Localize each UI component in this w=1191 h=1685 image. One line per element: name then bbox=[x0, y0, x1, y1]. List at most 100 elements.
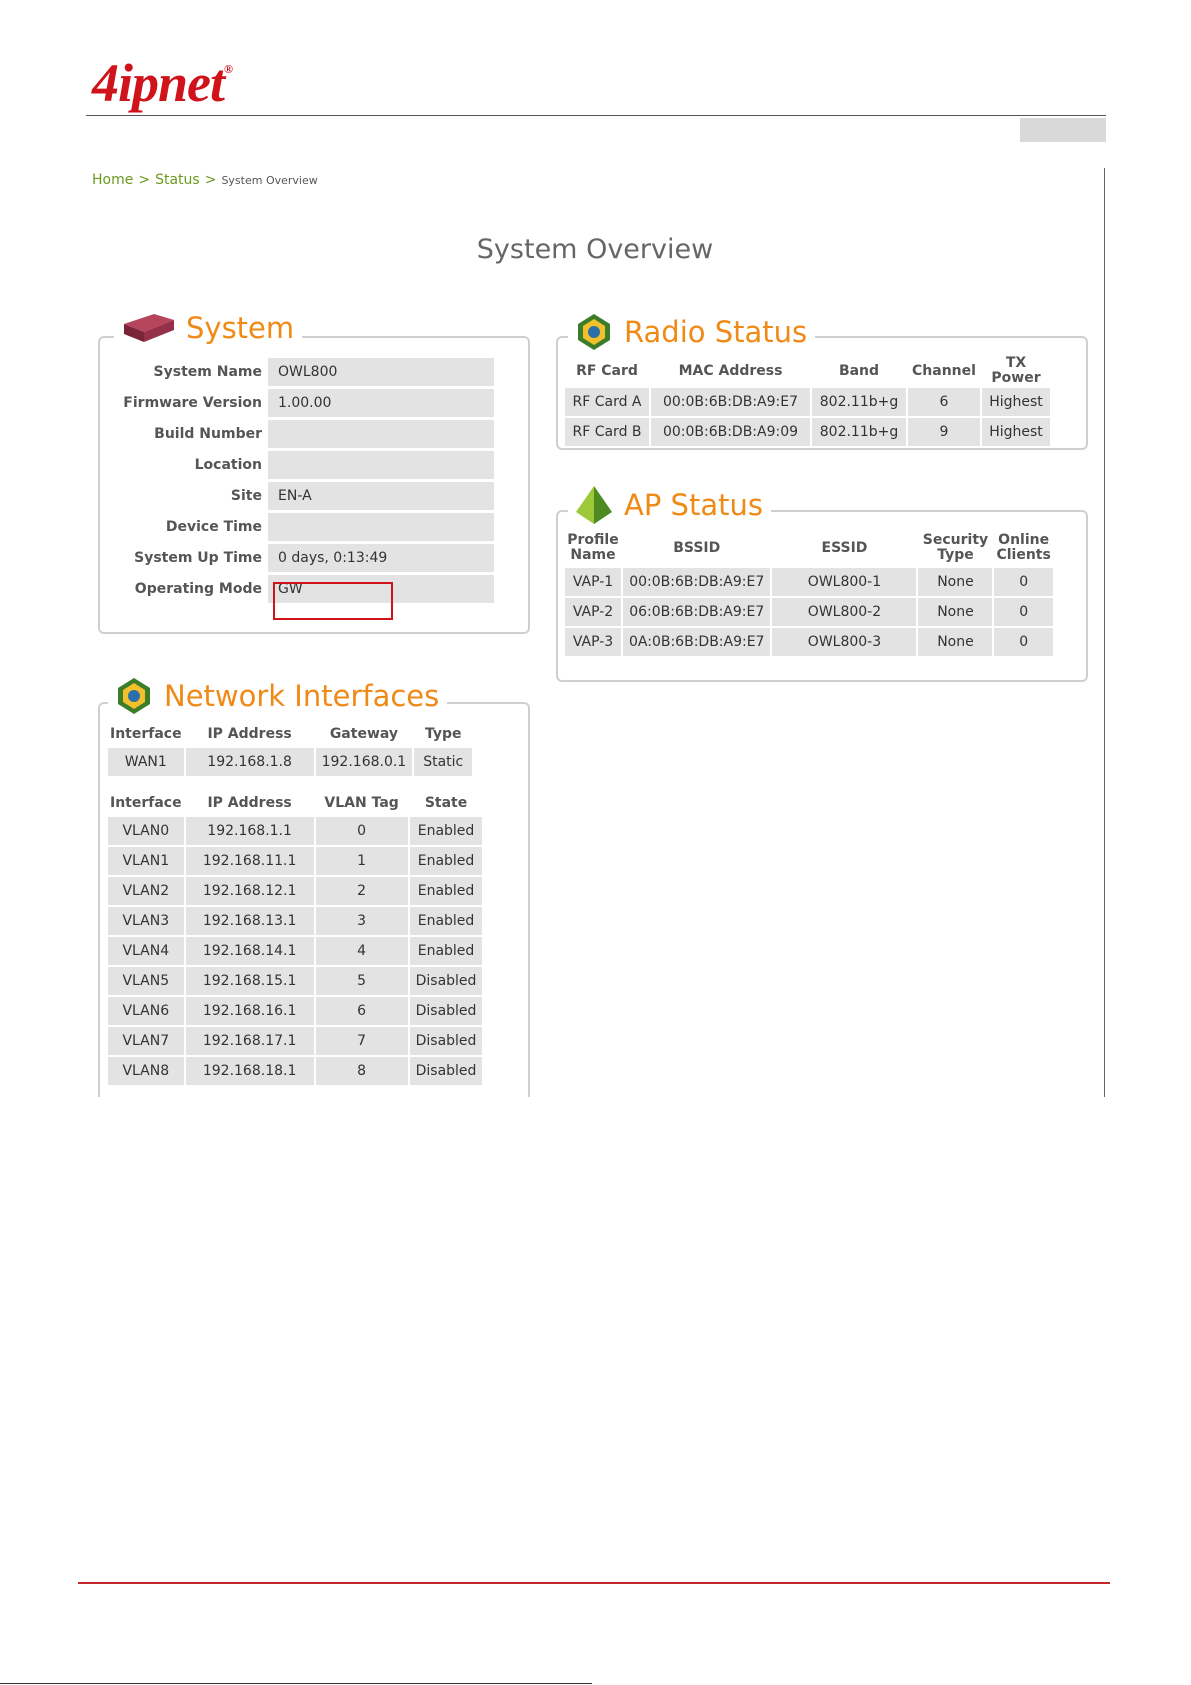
table-row: VLAN2 192.168.12.1 2 Enabled bbox=[108, 877, 483, 905]
table-row: VLAN5 192.168.15.1 5 Disabled bbox=[108, 967, 483, 995]
table-cell: Enabled bbox=[409, 817, 483, 845]
header-tab bbox=[1020, 118, 1106, 142]
table-cell: Disabled bbox=[409, 1027, 483, 1055]
field-label: System Up Time bbox=[134, 549, 262, 566]
system-row-firmware: Firmware Version 1.00.00 bbox=[98, 387, 494, 418]
table-cell: VLAN5 bbox=[108, 967, 184, 995]
table-header-row: Interface IP Address VLAN Tag State bbox=[108, 791, 482, 815]
table-cell: Disabled bbox=[409, 1057, 483, 1085]
table-cell: RF Card A bbox=[565, 388, 649, 416]
table-row: VLAN1 192.168.11.1 1 Enabled bbox=[108, 847, 483, 875]
table-cell: Enabled bbox=[409, 907, 483, 935]
field-label: Operating Mode bbox=[134, 580, 262, 597]
operating-mode-highlight-box bbox=[273, 582, 393, 620]
system-info-list: System Name OWL800 Firmware Version 1.00.0… bbox=[98, 356, 494, 604]
vlan-interfaces-table: Interface IP Address VLAN Tag State VLAN… bbox=[106, 789, 484, 1087]
table-cell: VLAN3 bbox=[108, 907, 184, 935]
table-header-row: RF Card MAC Address Band Channel TX Powe… bbox=[565, 356, 1050, 386]
column-header: Security Type bbox=[922, 532, 989, 563]
ap-status-title: AP Status bbox=[624, 488, 763, 522]
table-cell: 0 bbox=[994, 598, 1053, 626]
table-row: VAP-1 00:0B:6B:DB:A9:E7 OWL800-1 None 0 bbox=[565, 568, 1053, 596]
table-cell: 192.168.17.1 bbox=[185, 1027, 314, 1055]
table-row: RF Card B 00:0B:6B:DB:A9:09 802.11b+g 9 … bbox=[565, 418, 1050, 446]
table-cell: 192.168.13.1 bbox=[185, 907, 314, 935]
network-emblem-icon bbox=[578, 314, 610, 350]
table-row: RF Card A 00:0B:6B:DB:A9:E7 802.11b+g 6 … bbox=[565, 388, 1050, 416]
table-cell: Highest bbox=[982, 388, 1050, 416]
column-header: Channel bbox=[912, 362, 976, 379]
table-header-row: Profile Name BSSID ESSID Security Type O… bbox=[565, 530, 1053, 566]
column-header: RF Card bbox=[576, 362, 638, 379]
system-uptime-value: 0 days, 0:13:49 bbox=[268, 543, 494, 572]
column-header: Type bbox=[424, 725, 462, 742]
network-emblem-icon bbox=[118, 678, 150, 714]
device-time-value bbox=[268, 512, 494, 541]
table-row: WAN1 192.168.1.8 192.168.0.1 Static bbox=[108, 748, 473, 776]
table-row: VLAN6 192.168.16.1 6 Disabled bbox=[108, 997, 483, 1025]
table-cell: 5 bbox=[315, 967, 408, 995]
column-header: MAC Address bbox=[678, 362, 783, 379]
build-number-value bbox=[268, 419, 494, 448]
system-row-device-time: Device Time bbox=[98, 511, 494, 542]
table-cell: 192.168.11.1 bbox=[185, 847, 314, 875]
system-row-name: System Name OWL800 bbox=[98, 356, 494, 387]
table-cell: 8 bbox=[315, 1057, 408, 1085]
main-content: Home > Status > System Overview System Overv… bbox=[86, 168, 1104, 1097]
table-row: VLAN4 192.168.14.1 4 Enabled bbox=[108, 937, 483, 965]
system-row-uptime: System Up Time 0 days, 0:13:49 bbox=[98, 542, 494, 573]
breadcrumb-status-link[interactable]: Status bbox=[155, 172, 200, 188]
table-cell: 6 bbox=[315, 997, 408, 1025]
field-label: Build Number bbox=[154, 425, 262, 442]
table-cell: Enabled bbox=[409, 877, 483, 905]
table-header-row: Interface IP Address Gateway Type bbox=[108, 722, 472, 746]
system-panel-title: System bbox=[114, 310, 303, 346]
table-cell: OWL800-1 bbox=[772, 568, 917, 596]
table-cell: OWL800-3 bbox=[772, 628, 917, 656]
table-cell: Highest bbox=[982, 418, 1050, 446]
table-cell: VLAN7 bbox=[108, 1027, 184, 1055]
network-interfaces-title: Network Interfaces bbox=[164, 679, 440, 713]
header-rule bbox=[86, 115, 1106, 116]
table-cell: Disabled bbox=[409, 997, 483, 1025]
brand-logo: 4ipnet® bbox=[92, 53, 233, 113]
site-value: EN-A bbox=[268, 481, 494, 510]
system-row-build: Build Number bbox=[98, 418, 494, 449]
ap-status-panel-title: AP Status bbox=[568, 484, 771, 526]
table-cell: 192.168.0.1 bbox=[315, 748, 413, 776]
table-cell: VLAN4 bbox=[108, 937, 184, 965]
table-cell: VAP-3 bbox=[565, 628, 621, 656]
column-header: VLAN Tag bbox=[324, 794, 399, 811]
table-row: VLAN7 192.168.17.1 7 Disabled bbox=[108, 1027, 483, 1055]
table-cell: Static bbox=[414, 748, 473, 776]
table-cell: VLAN2 bbox=[108, 877, 184, 905]
breadcrumb-home-link[interactable]: Home bbox=[92, 172, 133, 188]
table-cell: 00:0B:6B:DB:A9:E7 bbox=[651, 388, 810, 416]
table-cell: 7 bbox=[315, 1027, 408, 1055]
table-cell: 4 bbox=[315, 937, 408, 965]
table-cell: 802.11b+g bbox=[812, 418, 906, 446]
table-cell: Enabled bbox=[409, 937, 483, 965]
table-cell: Enabled bbox=[409, 847, 483, 875]
breadcrumb-separator: > bbox=[204, 172, 217, 188]
table-cell: VLAN1 bbox=[108, 847, 184, 875]
table-cell: 0 bbox=[994, 568, 1053, 596]
wan-interfaces-table: Interface IP Address Gateway Type WAN1 1… bbox=[106, 720, 474, 778]
table-row: VAP-3 0A:0B:6B:DB:A9:E7 OWL800-3 None 0 bbox=[565, 628, 1053, 656]
radio-status-panel-title: Radio Status bbox=[568, 312, 816, 352]
firmware-version-value: 1.00.00 bbox=[268, 388, 494, 417]
page-title: System Overview bbox=[476, 234, 714, 265]
table-cell: 192.168.14.1 bbox=[185, 937, 314, 965]
table-cell: 192.168.18.1 bbox=[185, 1057, 314, 1085]
table-cell: None bbox=[918, 628, 993, 656]
column-header: BSSID bbox=[673, 539, 721, 556]
field-label: Firmware Version bbox=[123, 394, 262, 411]
table-cell: VLAN8 bbox=[108, 1057, 184, 1085]
breadcrumb: Home > Status > System Overview bbox=[92, 172, 318, 188]
column-header: Interface bbox=[110, 725, 182, 742]
table-cell: 192.168.12.1 bbox=[185, 877, 314, 905]
router-device-icon bbox=[124, 314, 174, 342]
content-right-rule bbox=[1104, 168, 1105, 1097]
column-header: Interface bbox=[110, 794, 182, 811]
table-cell: RF Card B bbox=[565, 418, 649, 446]
